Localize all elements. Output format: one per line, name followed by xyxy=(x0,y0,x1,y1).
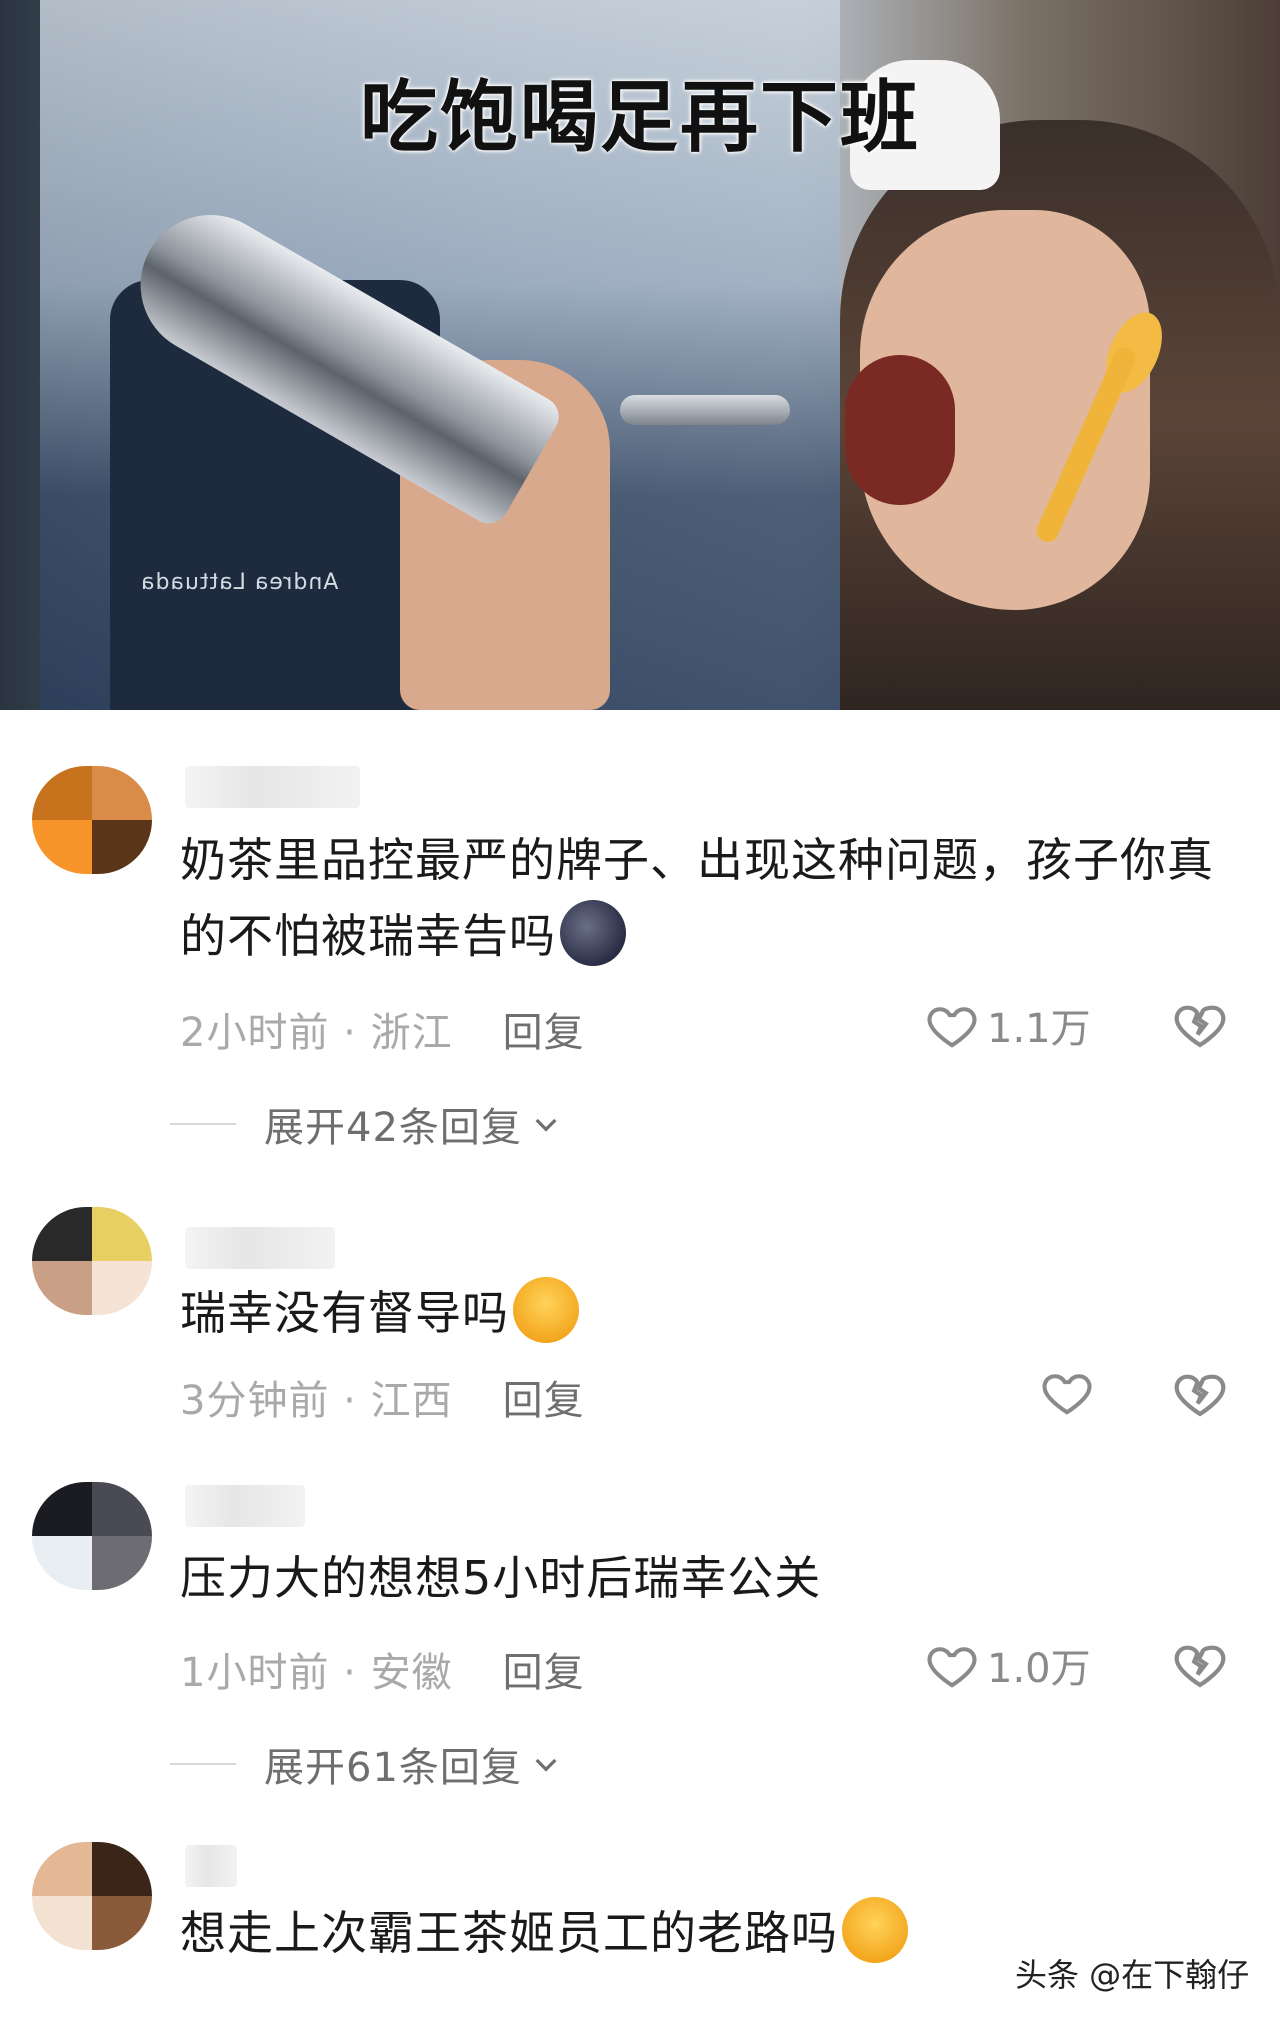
chevron-down-icon xyxy=(535,1758,557,1772)
expand-replies-button[interactable]: 展开61条回复 xyxy=(170,1735,562,1793)
tears-of-joy-icon xyxy=(513,1277,579,1343)
like-button[interactable]: 1.1万 xyxy=(925,996,1091,1054)
broken-heart-icon[interactable] xyxy=(1172,1636,1228,1692)
avatar[interactable] xyxy=(32,1207,152,1315)
comment-meta: 3分钟前 · 江西 回复 xyxy=(180,1378,585,1424)
comment-time: 1小时前 xyxy=(180,1650,330,1696)
broken-heart-icon[interactable] xyxy=(1172,996,1228,1052)
avatar[interactable] xyxy=(32,1482,152,1590)
username-blurred[interactable] xyxy=(185,1485,305,1527)
comment-meta: 2小时前 · 浙江 回复 xyxy=(180,1010,585,1056)
video-caption: 吃饱喝足再下班 xyxy=(359,73,920,163)
like-count: 1.1万 xyxy=(987,1006,1091,1052)
like-button[interactable]: 1.0万 xyxy=(925,1636,1091,1694)
crying-laughing-icon xyxy=(842,1897,908,1963)
comment-text: 压力大的想想5小时后瑞幸公关 xyxy=(180,1551,822,1605)
comment-text: 瑞幸没有督导吗 xyxy=(180,1275,1250,1351)
whipper-nozzle xyxy=(620,395,790,425)
expand-replies-button[interactable]: 展开42条回复 xyxy=(170,1095,562,1153)
comment-meta: 1小时前 · 安徽 回复 xyxy=(180,1650,585,1696)
comment-time: 2小时前 xyxy=(180,1010,330,1056)
like-count: 1.0万 xyxy=(987,1646,1091,1692)
reply-button[interactable]: 回复 xyxy=(503,1378,585,1424)
comment-time: 3分钟前 xyxy=(180,1378,330,1424)
username-blurred[interactable] xyxy=(185,1227,335,1269)
heart-icon xyxy=(927,1007,977,1048)
username-blurred[interactable] xyxy=(185,766,360,808)
divider-line xyxy=(170,1123,236,1125)
like-button[interactable] xyxy=(1040,1365,1102,1419)
watermark: 头条 @在下翰仔 xyxy=(1015,1956,1250,1994)
comment-location: 安徽 xyxy=(370,1650,453,1696)
reply-button[interactable]: 回复 xyxy=(503,1650,585,1696)
apron-print: Andrea Lattuada xyxy=(140,570,339,595)
heart-icon xyxy=(1042,1374,1092,1415)
avatar[interactable] xyxy=(32,1842,152,1950)
divider-line xyxy=(170,1763,236,1765)
open-mouth xyxy=(845,355,955,505)
broken-heart-icon[interactable] xyxy=(1172,1365,1228,1421)
chevron-down-icon xyxy=(535,1118,557,1132)
comment-location: 浙江 xyxy=(370,1010,453,1056)
comment-location: 江西 xyxy=(370,1378,453,1424)
video-frame[interactable]: Andrea Lattuada 吃饱喝足再下班 xyxy=(0,0,1280,710)
username-blurred[interactable] xyxy=(185,1845,237,1887)
comment-text: 奶茶里品控最严的牌子、出现这种问题，孩子你真的不怕被瑞幸告吗 xyxy=(180,822,1250,974)
new-moon-face-icon xyxy=(560,900,626,966)
heart-icon xyxy=(927,1647,977,1688)
avatar[interactable] xyxy=(32,766,152,874)
reply-button[interactable]: 回复 xyxy=(503,1010,585,1056)
